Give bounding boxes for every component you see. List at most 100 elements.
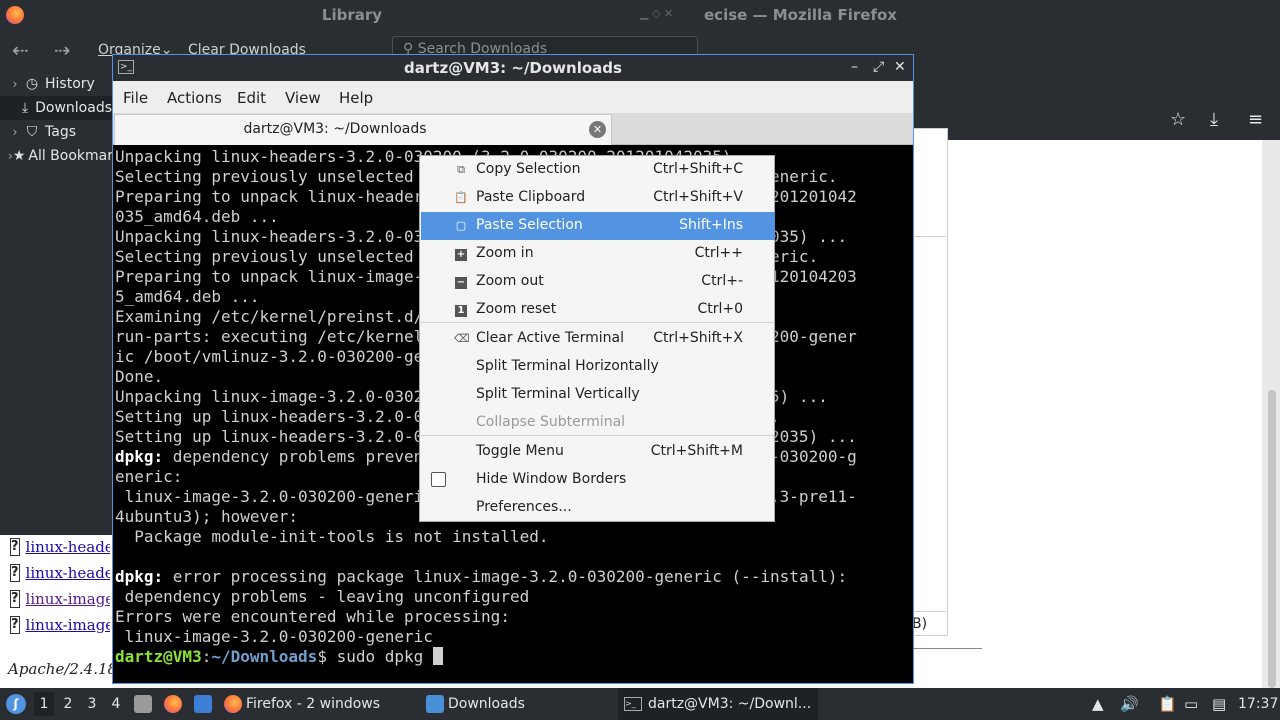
volume-icon[interactable]: 🔊 — [1120, 695, 1139, 713]
menu-item-shortcut: Ctrl+Shift+V — [653, 189, 743, 205]
menu-item-clear-active-terminal[interactable]: ⌫ Clear Active Terminal Ctrl+Shift+X — [421, 325, 775, 353]
sidebar-item-label: History — [45, 76, 95, 92]
file-link[interactable]: linux-image-extra — [26, 616, 110, 634]
terminal-line-text: 035_amd64.deb ... — [115, 207, 279, 226]
menu-item-label: Paste Clipboard — [476, 189, 586, 205]
file-manager-icon — [134, 695, 152, 713]
file-link[interactable]: linux-headers-3.2.0-030200-generic — [26, 564, 110, 582]
firefox-toolbar: ☆ ⤓ ≡ — [912, 100, 1280, 140]
menu-item-shortcut: Shift+Ins — [679, 217, 743, 233]
menu-help[interactable]: Help — [339, 89, 373, 107]
menu-edit[interactable]: Edit — [237, 89, 266, 107]
firefox-titlebar[interactable]: ecise — Mozilla Firefox — [704, 0, 1280, 30]
terminal-line-text: dependency problems - leaving unconfigur… — [115, 587, 530, 606]
maximize-icon[interactable]: ⤢ — [873, 59, 884, 75]
task-terminal[interactable]: >_ dartz@VM3: ~/Downl... — [618, 688, 818, 720]
prompt-command: sudo dpkg — [336, 647, 433, 666]
menu-item-split-terminal-horizontally[interactable]: Split Terminal Horizontally — [421, 353, 775, 381]
notification-icon[interactable]: ▤ — [1212, 695, 1226, 713]
quicklaunch-files[interactable] — [134, 688, 158, 720]
terminal-line: Errors were encountered while processing… — [115, 607, 857, 627]
menu-item-label: Zoom in — [476, 245, 534, 261]
workspace-3[interactable]: 3 — [82, 696, 102, 712]
file-link[interactable]: linux-image-3.2.0-030200-generic — [26, 590, 110, 608]
tray-arrow-icon[interactable]: ▲ — [1092, 695, 1104, 713]
clock[interactable]: 17:37 — [1238, 696, 1278, 712]
workspace-1[interactable]: 1 — [34, 692, 54, 716]
firefox-content — [912, 140, 1280, 688]
quicklaunch-firefox[interactable] — [164, 688, 188, 720]
menu-item-label: Paste Selection — [476, 217, 583, 233]
menu-item-label: Preferences... — [476, 499, 572, 515]
menu-file[interactable]: File — [123, 89, 148, 107]
menu-view[interactable]: View — [285, 89, 321, 107]
menu-item-shortcut: Ctrl+Shift+M — [650, 443, 743, 459]
zoom-in-icon: + — [454, 247, 468, 261]
task-firefox[interactable]: Firefox - 2 windows — [224, 688, 380, 720]
terminal-prompt[interactable]: dartz@VM3:~/Downloads$ sudo dpkg — [115, 647, 857, 667]
expand-icon[interactable]: › — [8, 125, 22, 139]
sidebar-item-all-bookmarks[interactable]: › ★ All Bookmarks — [0, 144, 112, 168]
menu-item-zoom-out[interactable]: − Zoom out Ctrl+- — [421, 268, 775, 296]
terminal-title: dartz@VM3: ~/Downloads — [404, 59, 622, 77]
icon-glyph: 1 — [455, 305, 467, 317]
terminal-titlebar[interactable]: >_ dartz@VM3: ~/Downloads – ⤢ ✕ — [113, 55, 913, 81]
menu-item-label: Zoom reset — [476, 301, 557, 317]
sidebar-item-downloads[interactable]: ⤓ Downloads — [0, 96, 112, 120]
sidebar-item-tags[interactable]: › ⛉ Tags — [0, 120, 112, 144]
sidebar-item-label: Tags — [45, 124, 76, 140]
workspace-4[interactable]: 4 — [106, 696, 126, 712]
clipboard-icon[interactable]: 📋 — [1158, 695, 1177, 713]
task-downloads[interactable]: Downloads — [426, 688, 525, 720]
menu-item-paste-selection[interactable]: ▢ Paste Selection Shift+Ins — [421, 212, 775, 240]
terminal-line: dependency problems - leaving unconfigur… — [115, 587, 857, 607]
forward-arrow-icon[interactable]: ⇢ — [54, 38, 71, 62]
minimize-icon[interactable]: – — [851, 59, 858, 75]
back-arrow-icon[interactable]: ⇠ — [12, 38, 29, 62]
menu-actions[interactable]: Actions — [167, 89, 222, 107]
workspace-2[interactable]: 2 — [58, 696, 78, 712]
unknown-file-icon: ? — [10, 538, 20, 556]
scrollbar-thumb[interactable] — [1268, 390, 1276, 688]
library-window-controls[interactable]: ▁ ◇ ✕ — [640, 7, 673, 20]
terminal-line: linux-image-3.2.0-030200-generic — [115, 627, 857, 647]
quicklaunch-desktop[interactable] — [194, 688, 218, 720]
menu-item-copy-selection[interactable]: ⧉ Copy Selection Ctrl+Shift+C — [421, 156, 775, 184]
prompt-user: dartz@VM3 — [115, 647, 202, 666]
sidebar-item-label: Downloads — [35, 100, 112, 116]
menu-item-shortcut: Ctrl+- — [701, 273, 743, 289]
menu-item-zoom-in[interactable]: + Zoom in Ctrl++ — [421, 240, 775, 268]
bookmark-star-icon[interactable]: ☆ — [1170, 109, 1186, 130]
menu-item-zoom-reset[interactable]: 1 Zoom reset Ctrl+0 — [421, 296, 775, 324]
menu-item-toggle-menu[interactable]: Toggle Menu Ctrl+Shift+M — [421, 438, 775, 466]
task-label: dartz@VM3: ~/Downl... — [648, 696, 812, 712]
firefox-inner-box — [912, 236, 946, 612]
checkbox[interactable] — [431, 472, 446, 487]
menu-item-paste-clipboard[interactable]: 📋 Paste Clipboard Ctrl+Shift+V — [421, 184, 775, 212]
close-icon[interactable]: ✕ — [894, 59, 906, 75]
copy-icon: ⧉ — [457, 163, 465, 176]
tab-close-icon[interactable]: ✕ — [589, 121, 606, 138]
library-titlebar[interactable]: Library ▁ ◇ ✕ — [0, 0, 704, 30]
unknown-file-icon: ? — [10, 590, 20, 608]
file-link[interactable]: linux-headers-3.2.0-030200 — [26, 538, 110, 556]
star-icon: ★ — [12, 148, 26, 164]
menu-item-split-terminal-vertically[interactable]: Split Terminal Vertically — [421, 381, 775, 409]
network-icon[interactable]: ▭ — [1184, 695, 1198, 713]
list-item: ? linux-image-3.2.0-030200-generic — [10, 588, 110, 610]
firefox-icon — [164, 695, 182, 713]
terminal-menubar: File Actions Edit View Help — [113, 81, 913, 113]
terminal-line: dpkg: error processing package linux-ima… — [115, 567, 857, 587]
hamburger-menu-icon[interactable]: ≡ — [1248, 109, 1263, 130]
terminal-tab[interactable]: dartz@VM3: ~/Downloads ✕ — [114, 114, 612, 145]
prompt-dollar: $ — [317, 647, 337, 666]
menu-item-hide-window-borders[interactable]: Hide Window Borders — [421, 466, 775, 494]
menu-item-preferences[interactable]: Preferences... — [421, 494, 775, 522]
downloads-icon[interactable]: ⤓ — [1210, 109, 1218, 130]
context-menu: ⧉ Copy Selection Ctrl+Shift+C 📋 Paste Clipbo… — [419, 155, 775, 522]
expand-icon[interactable]: › — [8, 77, 22, 91]
start-menu-button[interactable]: ʃ — [6, 688, 26, 720]
menu-item-shortcut: Ctrl+0 — [697, 301, 743, 317]
sidebar-item-history[interactable]: › ◷ History — [0, 72, 112, 96]
